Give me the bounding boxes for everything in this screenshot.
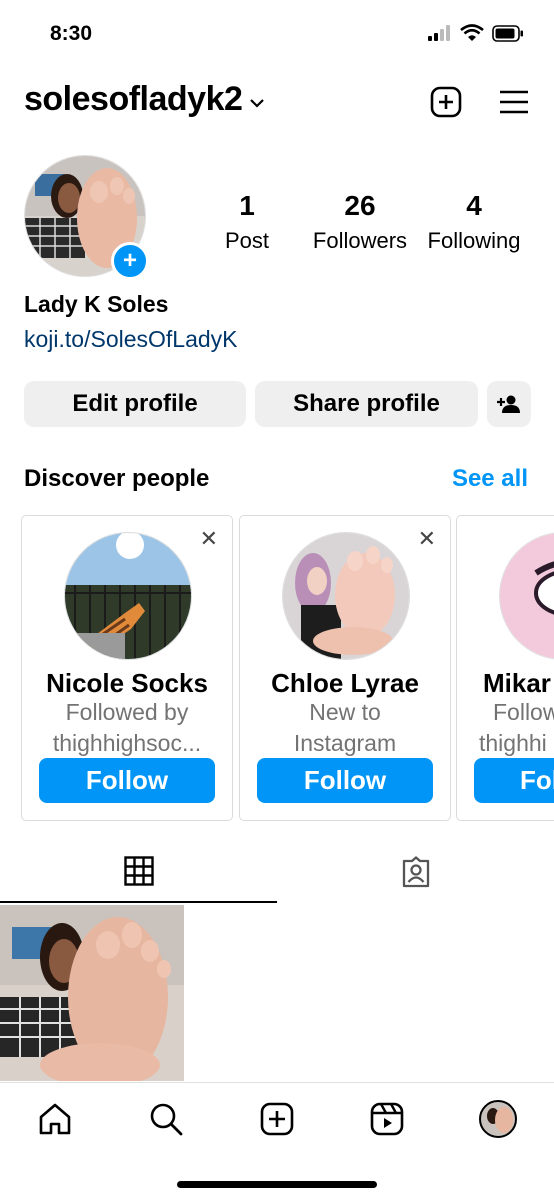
nav-search[interactable] [146, 1099, 186, 1139]
add-story-button[interactable]: + [111, 242, 149, 280]
tab-tagged[interactable] [277, 850, 554, 902]
followers-stat[interactable]: 26 Followers [300, 190, 420, 254]
menu-icon [500, 90, 528, 114]
search-icon [150, 1103, 183, 1136]
nav-home[interactable] [35, 1099, 75, 1139]
create-icon [260, 1102, 294, 1136]
suggestion-image [283, 533, 409, 659]
suggestion-avatar[interactable] [282, 532, 410, 660]
add-post-icon [430, 86, 462, 118]
discover-title: Discover people [24, 465, 210, 492]
tagged-icon [402, 856, 429, 888]
suggestion-reason: Follow thighhi [457, 697, 554, 759]
suggestion-card[interactable]: Mikar Follow thighhi Fol [456, 515, 554, 821]
active-tab-indicator [0, 901, 277, 903]
discover-people-toggle[interactable] [487, 381, 531, 427]
suggestion-image [500, 533, 554, 659]
follow-button[interactable]: Follow [257, 758, 433, 803]
follow-button[interactable]: Follow [39, 758, 215, 803]
suggestion-image [65, 533, 191, 659]
followers-count: 26 [344, 190, 376, 221]
status-icons [428, 24, 524, 42]
post-image [0, 905, 184, 1081]
suggestion-reason-line2: Instagram [293, 730, 397, 756]
suggestion-name[interactable]: Nicole Socks [22, 668, 232, 699]
follow-button[interactable]: Fol [474, 758, 554, 803]
suggestion-reason: New to Instagram [240, 697, 450, 759]
share-profile-button[interactable]: Share profile [255, 381, 478, 427]
close-icon[interactable]: ✕ [200, 526, 218, 552]
suggestion-name[interactable]: Mikar [457, 668, 554, 699]
signal-icon [428, 25, 450, 41]
home-icon [39, 1103, 71, 1135]
username: solesofladyk2 [24, 80, 243, 118]
close-icon[interactable]: ✕ [418, 526, 436, 552]
suggestion-reason-line2: thighhighsoc... [52, 730, 202, 756]
see-all-link[interactable]: See all [452, 465, 528, 493]
profile-avatar-icon [479, 1100, 517, 1138]
following-count: 4 [466, 190, 482, 221]
suggestion-reason-line1: New to [309, 699, 381, 725]
suggestion-reason-line2: thighhi [479, 730, 547, 756]
nav-create[interactable] [257, 1099, 297, 1139]
reels-icon [370, 1102, 404, 1136]
following-label: Following [427, 228, 521, 253]
tab-posts-grid[interactable] [0, 850, 277, 902]
nav-profile[interactable] [478, 1099, 518, 1139]
suggestion-reason-line1: Followed by [65, 699, 189, 725]
battery-icon [492, 24, 523, 42]
home-indicator [177, 1181, 377, 1188]
posts-stat[interactable]: 1 Post [187, 190, 307, 254]
bio-link[interactable]: koji.to/SolesOfLadyK [24, 326, 238, 353]
wifi-icon [460, 24, 484, 41]
posts-count: 1 [239, 190, 255, 221]
suggestion-card[interactable]: ✕ Nicole Socks Followed by thighhighsoc.… [21, 515, 233, 821]
plus-icon: + [122, 247, 137, 274]
suggestion-card[interactable]: ✕ Chloe Lyrae New to Instagram Follow [239, 515, 451, 821]
following-stat[interactable]: 4 Following [414, 190, 534, 254]
add-person-icon [497, 395, 520, 413]
suggestion-avatar[interactable] [64, 532, 192, 660]
grid-icon [123, 856, 154, 886]
full-name: Lady K Soles [24, 291, 169, 317]
suggestion-avatar[interactable] [499, 532, 554, 660]
nav-reels[interactable] [367, 1099, 407, 1139]
followers-label: Followers [312, 228, 408, 253]
menu-button[interactable] [496, 84, 532, 120]
edit-profile-button[interactable]: Edit profile [24, 381, 246, 427]
add-post-button[interactable] [428, 84, 464, 120]
suggestion-name[interactable]: Chloe Lyrae [240, 668, 450, 699]
suggestion-reason-line1: Follow [493, 699, 554, 725]
suggestion-reason: Followed by thighhighsoc... [22, 697, 232, 759]
chevron-down-icon [250, 98, 265, 108]
posts-label: Post [224, 228, 270, 253]
status-time: 8:30 [50, 22, 93, 45]
username-switcher[interactable]: solesofladyk2 [24, 80, 265, 119]
post-thumbnail[interactable] [0, 905, 184, 1081]
